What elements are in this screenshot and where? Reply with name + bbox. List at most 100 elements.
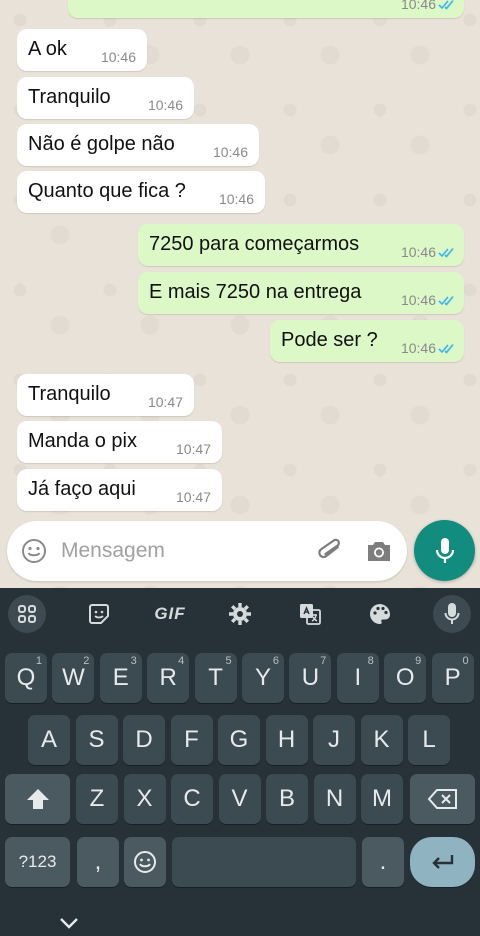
key-f[interactable]: F	[170, 715, 213, 765]
emoji-icon[interactable]	[21, 538, 47, 564]
message-bubble[interactable]: 7250 para começarmos 10:46	[138, 224, 464, 266]
key-j[interactable]: J	[313, 715, 355, 765]
gif-button[interactable]: GIF	[148, 596, 192, 632]
message-input-bar[interactable]: Mensagem	[7, 521, 407, 581]
message-bubble[interactable]: A ok 10:46	[17, 29, 147, 71]
shift-key[interactable]	[5, 774, 70, 824]
message-time: 10:46	[400, 340, 436, 356]
message-bubble[interactable]: E mais 7250 na entrega 10:46	[138, 272, 464, 314]
message-bubble[interactable]: Quanto que fica ? 10:46	[17, 171, 265, 213]
key-b[interactable]: B	[266, 774, 308, 824]
key-x[interactable]: X	[123, 774, 166, 824]
key-e[interactable]: E3	[99, 653, 142, 703]
message-bubble[interactable]: Tranquilo 10:46	[17, 77, 194, 119]
space-key[interactable]	[172, 837, 356, 887]
key-label: P	[444, 664, 461, 691]
emoji-icon	[134, 851, 156, 873]
message-bubble[interactable]: Não é golpe não 10:46	[17, 124, 259, 166]
read-ticks-icon	[438, 247, 454, 258]
key-number-hint: 8	[367, 655, 374, 667]
message-time: 10:46	[400, 0, 436, 12]
message-time: 10:46	[212, 144, 248, 160]
paperclip-icon[interactable]	[317, 536, 345, 566]
message-bubble[interactable]: Já faço aqui 10:47	[17, 469, 222, 511]
backspace-icon	[427, 789, 457, 809]
microphone-icon[interactable]	[433, 595, 471, 633]
translate-icon[interactable]	[290, 596, 330, 632]
sticker-icon[interactable]	[79, 596, 119, 632]
voice-record-button[interactable]	[414, 520, 475, 581]
message-bubble[interactable]: Pode ser ? 10:46	[270, 320, 464, 362]
key-a[interactable]: A	[28, 715, 70, 765]
key-label: W	[62, 664, 85, 691]
message-text: E mais 7250 na entrega	[149, 281, 362, 303]
key-number-hint: 7	[320, 655, 327, 667]
camera-icon[interactable]	[365, 538, 393, 564]
chat-area: 10:46 A ok 10:46 Tranquilo 10:46 Não é g…	[0, 0, 480, 588]
grid-icon[interactable]	[8, 595, 46, 633]
key-label: E	[112, 664, 129, 691]
key-p[interactable]: P0	[431, 653, 474, 703]
key-r[interactable]: R4	[147, 653, 190, 703]
message-bubble-partial[interactable]: 10:46	[68, 0, 464, 18]
message-bubble[interactable]: Manda o pix 10:47	[17, 421, 222, 463]
message-text: Tranquilo	[28, 383, 111, 405]
key-i[interactable]: I8	[336, 653, 379, 703]
message-input[interactable]: Mensagem	[61, 539, 165, 563]
shift-arrow-icon	[26, 789, 49, 809]
message-bubble[interactable]: Tranquilo 10:47	[17, 374, 194, 416]
key-number-hint: 2	[83, 655, 90, 667]
key-label: Y	[254, 664, 271, 691]
key-number-hint: 9	[415, 655, 422, 667]
key-q[interactable]: Q1	[5, 653, 47, 703]
message-time: 10:46	[400, 292, 436, 308]
key-h[interactable]: H	[265, 715, 308, 765]
key-number-hint: 6	[272, 655, 279, 667]
message-time: 10:46	[147, 97, 183, 113]
message-time: 10:47	[175, 489, 211, 505]
key-z[interactable]: Z	[76, 774, 118, 824]
message-text: 7250 para começarmos	[149, 233, 360, 255]
key-t[interactable]: T5	[194, 653, 237, 703]
comma-key[interactable]: ,	[77, 837, 119, 887]
key-label: I	[354, 664, 362, 691]
key-c[interactable]: C	[171, 774, 213, 824]
key-number-hint: 0	[462, 655, 469, 667]
message-time: 10:46	[100, 49, 136, 65]
key-l[interactable]: L	[408, 715, 450, 765]
key-number-hint: 3	[130, 655, 137, 667]
key-g[interactable]: G	[218, 715, 260, 765]
key-y[interactable]: Y6	[242, 653, 284, 703]
message-text: Já faço aqui	[28, 478, 136, 500]
palette-icon[interactable]	[360, 596, 400, 632]
message-text: A ok	[28, 38, 67, 60]
emoji-key[interactable]	[124, 837, 166, 887]
gear-icon[interactable]	[220, 596, 260, 632]
microphone-icon	[435, 537, 454, 563]
key-s[interactable]: S	[75, 715, 118, 765]
key-m[interactable]: M	[361, 774, 403, 824]
message-text: Quanto que fica ?	[28, 180, 186, 202]
message-time: 10:46	[218, 191, 254, 207]
message-text: Tranquilo	[28, 86, 111, 108]
key-o[interactable]: O9	[384, 653, 427, 703]
message-time: 10:46	[400, 244, 436, 260]
key-u[interactable]: U7	[289, 653, 332, 703]
key-v[interactable]: V	[218, 774, 261, 824]
key-number-hint: 1	[35, 655, 42, 667]
enter-arrow-icon	[431, 855, 453, 869]
key-k[interactable]: K	[360, 715, 403, 765]
key-w[interactable]: W2	[52, 653, 95, 703]
enter-key[interactable]	[410, 837, 475, 887]
hide-keyboard-chevron-icon[interactable]	[58, 916, 80, 930]
key-n[interactable]: N	[313, 774, 356, 824]
backspace-key[interactable]	[410, 774, 475, 824]
message-text: Não é golpe não	[28, 133, 175, 155]
gif-label: GIF	[154, 604, 186, 623]
key-number-hint: 5	[225, 655, 232, 667]
symbols-key[interactable]: ?123	[5, 837, 70, 887]
period-key[interactable]: .	[362, 837, 404, 887]
message-text: Manda o pix	[28, 430, 137, 452]
read-ticks-icon	[438, 343, 454, 354]
key-d[interactable]: D	[123, 715, 165, 765]
